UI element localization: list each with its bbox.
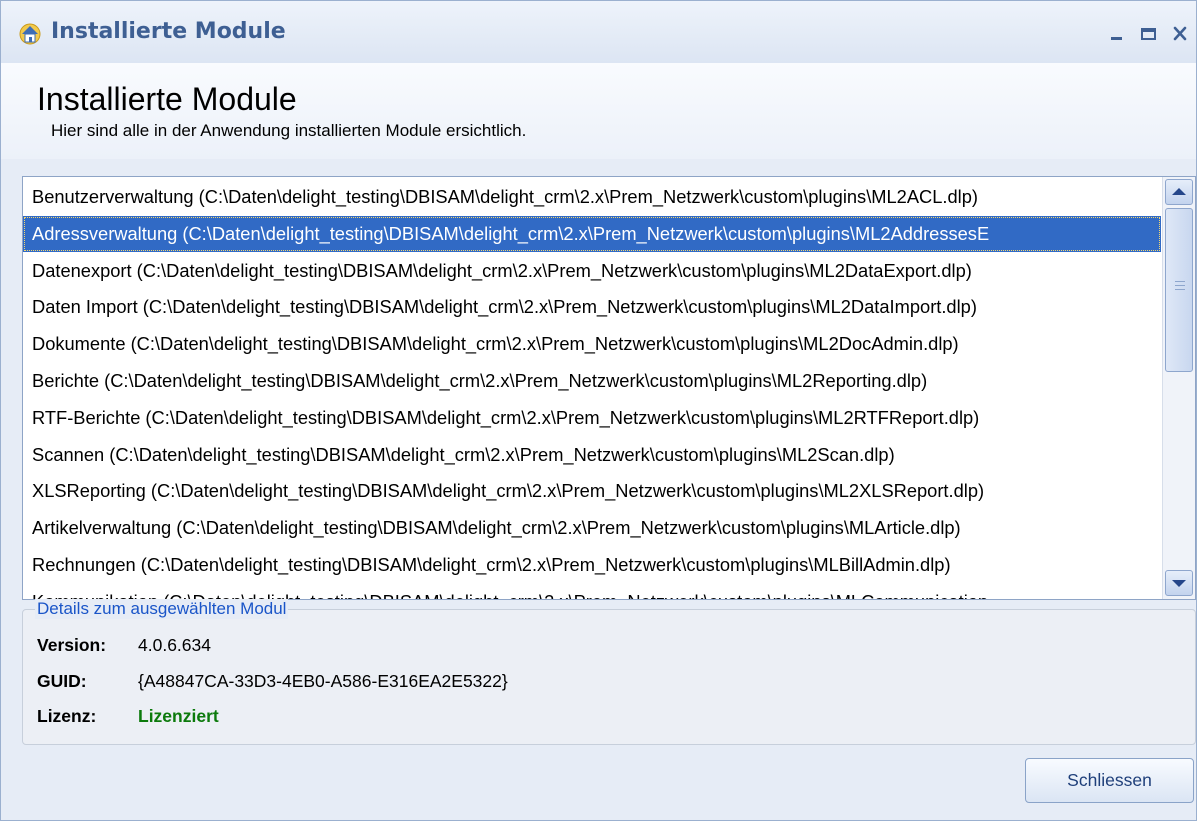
list-item[interactable]: Adressverwaltung (C:\Daten\delight_testi… (23, 215, 1161, 252)
list-item[interactable]: Benutzerverwaltung (C:\Daten\delight_tes… (23, 179, 1161, 215)
module-list-items: Benutzerverwaltung (C:\Daten\delight_tes… (23, 177, 1161, 599)
license-label: Lizenz: (37, 706, 97, 726)
scroll-thumb[interactable] (1165, 208, 1193, 372)
page-title: Installierte Module (37, 81, 297, 117)
house-icon (19, 23, 41, 45)
vertical-scrollbar[interactable] (1162, 177, 1195, 599)
guid-label: GUID: (37, 671, 87, 691)
list-item[interactable]: XLSReporting (C:\Daten\delight_testing\D… (23, 473, 1161, 509)
window-title: Installierte Module (51, 19, 286, 44)
scroll-down-button[interactable] (1165, 570, 1193, 596)
version-value: 4.0.6.634 (138, 635, 211, 655)
license-row: Lizenz: Lizenziert (37, 706, 219, 727)
close-button[interactable]: Schliessen (1025, 758, 1194, 803)
list-item[interactable]: Rechnungen (C:\Daten\delight_testing\DBI… (23, 547, 1161, 583)
page-subtitle: Hier sind alle in der Anwendung installi… (51, 121, 527, 140)
close-icon[interactable] (1167, 21, 1193, 45)
details-group-label: Details zum ausgewählten Modul (35, 599, 289, 619)
list-item[interactable]: Artikelverwaltung (C:\Daten\delight_test… (23, 510, 1161, 546)
module-list[interactable]: Benutzerverwaltung (C:\Daten\delight_tes… (22, 176, 1196, 600)
version-row: Version: 4.0.6.634 (37, 635, 211, 656)
license-value: Lizenziert (138, 706, 219, 726)
guid-value: {A48847CA-33D3-4EB0-A586-E316EA2E5322} (138, 671, 508, 691)
module-dialog: Installierte Module Installierte Module … (0, 0, 1197, 821)
list-item[interactable]: Kommunikation (C:\Daten\delight_testing\… (23, 584, 1161, 599)
title-bar[interactable]: Installierte Module (1, 1, 1196, 63)
list-item[interactable]: Datenexport (C:\Daten\delight_testing\DB… (23, 253, 1161, 289)
list-item[interactable]: Daten Import (C:\Daten\delight_testing\D… (23, 289, 1161, 325)
arrow-up-icon (1172, 188, 1186, 195)
list-item[interactable]: RTF-Berichte (C:\Daten\delight_testing\D… (23, 400, 1161, 436)
header-panel: Installierte Module Hier sind alle in de… (1, 63, 1196, 159)
list-item[interactable]: Dokumente (C:\Daten\delight_testing\DBIS… (23, 326, 1161, 362)
guid-row: GUID: {A48847CA-33D3-4EB0-A586-E316EA2E5… (37, 671, 508, 692)
arrow-down-icon (1172, 580, 1186, 587)
list-item[interactable]: Berichte (C:\Daten\delight_testing\DBISA… (23, 363, 1161, 399)
scroll-up-button[interactable] (1165, 179, 1193, 205)
list-item[interactable]: Scannen (C:\Daten\delight_testing\DBISAM… (23, 437, 1161, 473)
maximize-icon[interactable] (1135, 21, 1161, 45)
version-label: Version: (37, 635, 107, 655)
minimize-icon[interactable] (1103, 21, 1129, 45)
